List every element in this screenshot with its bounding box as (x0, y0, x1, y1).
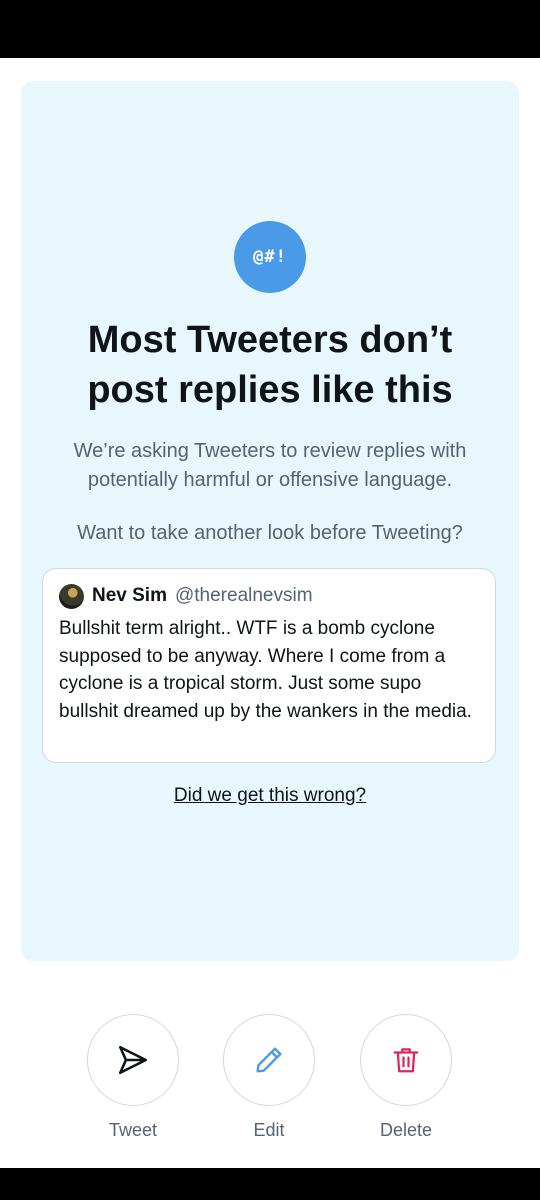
review-question: Want to take another look before Tweetin… (77, 522, 463, 544)
avatar (59, 583, 84, 609)
review-explanation: We’re asking Tweeters to review replies … (41, 437, 499, 495)
explanation-line-1: We’re asking Tweeters to review replies … (73, 440, 467, 462)
edit-button[interactable] (223, 1014, 315, 1106)
explanation-line-2: potentially harmful or offensive languag… (87, 469, 453, 491)
edit-action: Edit (221, 1014, 317, 1141)
page-title: Most Tweeters don’t post replies like th… (41, 315, 499, 415)
profanity-badge-icon: @#! (234, 221, 306, 293)
status-bar (0, 0, 540, 58)
edit-button-label: Edit (253, 1120, 285, 1140)
delete-action: Delete (358, 1014, 454, 1141)
delete-button[interactable] (360, 1014, 452, 1106)
tweet-text: Bullshit term alright.. WTF is a bomb cy… (59, 618, 472, 722)
tweet-button[interactable] (87, 1014, 179, 1106)
pencil-icon (256, 1047, 282, 1073)
badge-text: @#! (253, 247, 287, 267)
tweet-action: Tweet (85, 1014, 181, 1141)
tweet-header: Nev Sim @therealnevsim (59, 583, 313, 609)
review-prompt-card: @#! Most Tweeters don’t post replies lik… (21, 81, 519, 961)
headline-line-1: Most Tweeters don’t (87, 319, 453, 361)
headline-line-2: post replies like this (87, 369, 453, 411)
tweet-preview: Nev Sim @therealnevsim Bullshit term alr… (42, 568, 496, 763)
navigation-bar (0, 1168, 540, 1200)
tweet-button-label: Tweet (108, 1120, 158, 1140)
did-we-get-this-wrong-link[interactable]: Did we get this wrong? (41, 785, 499, 807)
send-icon (118, 1045, 148, 1075)
delete-button-label: Delete (379, 1120, 433, 1140)
tweet-author-handle: @therealnevsim (174, 585, 313, 606)
trash-icon (393, 1048, 419, 1073)
tweet-author-name: Nev Sim (92, 585, 167, 606)
